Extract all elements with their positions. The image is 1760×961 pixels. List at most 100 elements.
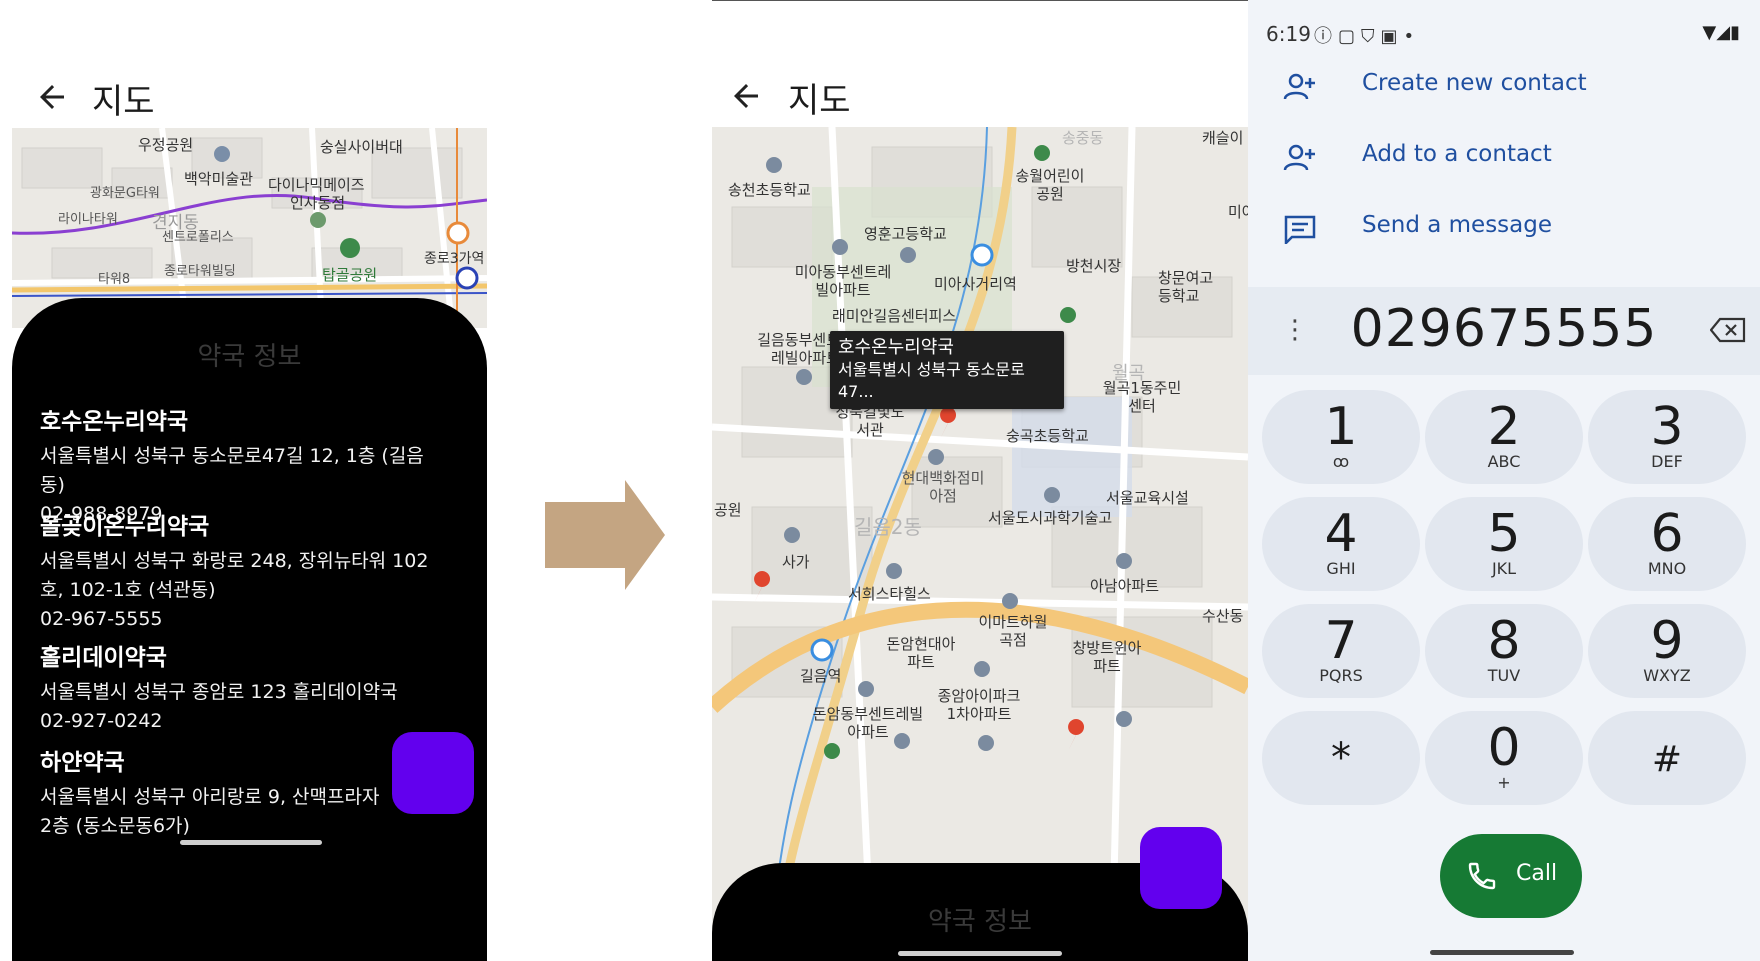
add-to-contact-button[interactable]: Add to a contact xyxy=(1248,127,1760,191)
create-new-contact-button[interactable]: Create new contact xyxy=(1248,56,1760,120)
key-digit: 0 xyxy=(1487,718,1521,778)
map-screen-list: 지도 우정공원 숭실사이버대 백악미술관 다이나믹메이즈 인사동점 광화문G타워… xyxy=(0,0,560,961)
map-label: 길음역 xyxy=(800,667,842,685)
call-button[interactable]: Call xyxy=(1440,834,1582,918)
key-digit: 2 xyxy=(1487,397,1521,457)
map-label: 숭실사이버대 xyxy=(320,138,403,156)
phone-icon xyxy=(1468,862,1496,890)
key-letters: PQRS xyxy=(1319,666,1363,685)
map-label: 돈암동부센트레빌아파트 xyxy=(812,705,924,741)
dial-number-bar: ⋮ 029675555 xyxy=(1248,287,1760,375)
key-digit: 4 xyxy=(1324,504,1358,564)
map-label: 길음2동 xyxy=(854,515,922,539)
key-hash[interactable]: # xyxy=(1588,711,1746,805)
action-label: Send a message xyxy=(1362,212,1553,238)
app-bar: 지도 xyxy=(712,61,1248,131)
map-label: 백악미술관 xyxy=(184,170,254,188)
key-4[interactable]: 4 GHI xyxy=(1262,497,1420,591)
back-arrow-icon[interactable] xyxy=(34,79,70,115)
action-label: Add to a contact xyxy=(1362,141,1552,167)
pharmacy-name: 하얀약국 xyxy=(40,750,125,776)
pharmacy-name: 돌곶이온누리약국 xyxy=(40,514,210,540)
pharmacy-phone[interactable]: 02-967-5555 xyxy=(40,605,447,634)
key-letters: MNO xyxy=(1647,559,1687,578)
pharmacy-info-sheet[interactable]: 약국 정보 호수온누리약국 서울특별시 성북구 동소문로47길 12, 1층 (… xyxy=(12,298,487,961)
pharmacy-item[interactable]: 돌곶이온누리약국 서울특별시 성북구 화랑로 248, 장위뉴타워 102호, … xyxy=(40,507,447,634)
map-label: 길음동부센트레빌아파트 xyxy=(757,331,840,367)
app-bar: 지도 xyxy=(0,62,560,132)
pharmacy-phone[interactable]: 02-927-0242 xyxy=(40,707,447,736)
send-message-button[interactable]: Send a message xyxy=(1248,198,1760,262)
map-label: 이마트하월곡점 xyxy=(978,613,1048,649)
map-label: 송중동 xyxy=(1062,129,1104,147)
key-letters: + xyxy=(1497,773,1511,792)
key-digit: * xyxy=(1331,735,1351,781)
backspace-icon[interactable] xyxy=(1710,317,1746,343)
key-digit: 3 xyxy=(1650,397,1684,457)
person-add-icon xyxy=(1283,144,1315,171)
map-label: 송월어린이공원 xyxy=(1015,167,1085,203)
map-label: 미아 xyxy=(1228,203,1248,221)
key-7[interactable]: 7 PQRS xyxy=(1262,604,1420,698)
status-time: 6:19 xyxy=(1266,22,1311,46)
pharmacy-address: 서울특별시 성북구 종암로 123 홀리데이약국 xyxy=(40,681,398,703)
key-digit: 8 xyxy=(1487,611,1521,671)
flow-arrow-shape xyxy=(545,480,665,590)
key-letters: JKL xyxy=(1491,559,1517,578)
key-9[interactable]: 9 WXYZ xyxy=(1588,604,1746,698)
key-letters: WXYZ xyxy=(1643,666,1691,685)
map-label: 공원 xyxy=(714,501,742,519)
pharmacy-item[interactable]: 하얀약국 서울특별시 성북구 아리랑로 9, 산맥프라자 2층 (동소문동6가) xyxy=(40,743,397,841)
fab-button[interactable] xyxy=(1140,827,1222,909)
key-letters: GHI xyxy=(1326,559,1356,578)
key-digit: 6 xyxy=(1650,504,1684,564)
map-label: 영훈고등학교 xyxy=(864,225,947,243)
map-label: 돈암현대아파트 xyxy=(886,635,956,671)
map-label: 광화문G타워 xyxy=(90,186,160,201)
map-label: 창방트윈아파트 xyxy=(1072,639,1142,675)
back-arrow-icon[interactable] xyxy=(728,78,764,114)
pharmacy-name: 호수온누리약국 xyxy=(40,409,189,435)
fab-button[interactable] xyxy=(392,732,474,814)
status-signal-battery-icons: ▼◢▮ xyxy=(1702,22,1740,43)
key-letters: ABC xyxy=(1487,452,1521,471)
page-title: 지도 xyxy=(788,81,851,121)
key-digit: 7 xyxy=(1324,611,1358,671)
map-label: 서울교육시설 xyxy=(1106,489,1189,507)
map-label: 월곡 xyxy=(1112,363,1146,384)
key-letters: DEF xyxy=(1651,452,1683,471)
pharmacy-address: 서울특별시 성북구 화랑로 248, 장위뉴타워 102호, 102-1호 (석… xyxy=(40,550,429,601)
call-label: Call xyxy=(1516,861,1558,886)
callout-title: 호수온누리약국 xyxy=(838,337,954,358)
map-label: 사가 xyxy=(782,553,810,571)
key-0[interactable]: 0 + xyxy=(1425,711,1583,805)
map-label: 인사동점 xyxy=(290,194,346,212)
map-label: 캐슬이 xyxy=(1202,129,1244,147)
key-8[interactable]: 8 TUV xyxy=(1425,604,1583,698)
dialed-number[interactable]: 029675555 xyxy=(1248,299,1760,359)
map-label: 센트로폴리스 xyxy=(162,230,234,245)
key-3[interactable]: 3 DEF xyxy=(1588,390,1746,484)
map-label: 미아동부센트레빌아파트 xyxy=(794,263,892,299)
map-label: 타워8 xyxy=(98,272,131,287)
map-label: 종로타워빌딩 xyxy=(164,264,236,279)
map-label: 수산동 xyxy=(1202,607,1244,625)
key-5[interactable]: 5 JKL xyxy=(1425,497,1583,591)
key-star[interactable]: * xyxy=(1262,711,1420,805)
map-label: 라이나타워 xyxy=(58,212,118,227)
map-marker-callout[interactable]: 호수온누리약국 서울특별시 성북구 동소문로47... xyxy=(830,331,1064,409)
map-label: 창문여고등학교 xyxy=(1158,269,1214,305)
pharmacy-item[interactable]: 홀리데이약국 서울특별시 성북구 종암로 123 홀리데이약국 02-927-0… xyxy=(40,638,447,736)
flow-arrow-icon xyxy=(545,480,665,590)
key-1[interactable]: 1ꝏ xyxy=(1262,390,1420,484)
key-digit: 1 xyxy=(1324,397,1358,457)
map-label: 서울도시과학기술고 xyxy=(988,509,1113,527)
map-label: 미아사거리역 xyxy=(934,275,1017,293)
map-label: 래미안길음센터피스 xyxy=(832,307,957,325)
key-6[interactable]: 6 MNO xyxy=(1588,497,1746,591)
map-label: 방천시장 xyxy=(1066,257,1122,275)
key-digit: # xyxy=(1651,739,1683,780)
voicemail-icon: ꝏ xyxy=(1332,452,1350,471)
home-indicator xyxy=(1430,950,1574,955)
key-2[interactable]: 2 ABC xyxy=(1425,390,1583,484)
